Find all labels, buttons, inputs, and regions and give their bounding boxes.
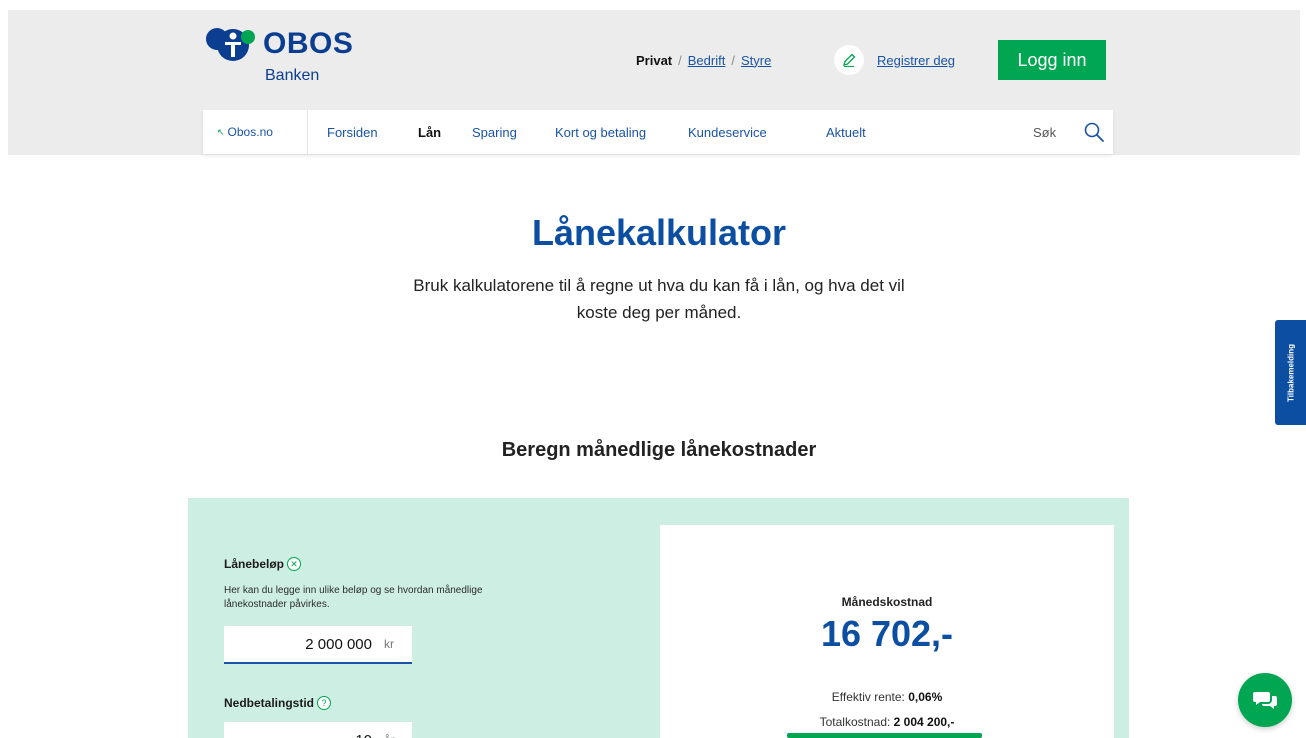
loan-amount-unit: kr [384, 637, 394, 651]
obos-no-link[interactable]: ↖ Obos.no [203, 110, 308, 154]
close-circle-icon[interactable]: ✕ [287, 557, 302, 571]
section-title: Beregn månedlige lånekostnader [501, 439, 817, 461]
repayment-time-input[interactable]: 10 år [224, 722, 412, 738]
total-cost-line: Totalkostnad: 2 004 200,- [660, 715, 1114, 729]
loan-amount-label-text: Lånebeløp [224, 557, 285, 571]
segment-separator: / [731, 52, 735, 68]
nav-item-forsiden[interactable]: Forsiden [327, 110, 378, 154]
result-action-bar[interactable] [787, 733, 982, 738]
obos-banken-logo[interactable]: OBOS Banken [203, 27, 373, 87]
obos-logo-icon [206, 28, 255, 61]
nav-item-sparing[interactable]: Sparing [472, 110, 517, 154]
page-intro: Bruk kalkulatorene til å regne ut hva du… [413, 276, 905, 322]
segment-bedrift[interactable]: Bedrift [688, 53, 726, 68]
loan-amount-label: Lånebeløp ✕ [224, 557, 302, 571]
repayment-time-value[interactable]: 10 [224, 732, 384, 738]
total-cost-label: Totalkostnad: [819, 715, 891, 729]
repayment-time-label: Nedbetalingstid ? [224, 696, 332, 710]
brand-subtitle: Banken [265, 67, 320, 84]
search-icon[interactable] [1083, 121, 1105, 143]
segment-styre[interactable]: Styre [741, 53, 771, 68]
loan-amount-input[interactable]: 2 000 000 kr [224, 626, 412, 664]
login-button[interactable]: Logg inn [998, 40, 1106, 80]
result-card: Månedskostnad 16 702,- Effektiv rente: 0… [660, 525, 1114, 738]
effective-rate-line: Effektiv rente: 0,06% [660, 690, 1114, 704]
segment-separator: / [678, 52, 682, 68]
feedback-tab[interactable]: Tilbakemelding [1275, 320, 1306, 425]
monthly-cost-value: 16 702,- [820, 613, 954, 654]
loan-amount-value[interactable]: 2 000 000 [224, 636, 384, 653]
register-label[interactable]: Registrer deg [877, 53, 955, 68]
page-title: Lånekalkulator [531, 212, 787, 253]
segment-privat[interactable]: Privat [636, 53, 672, 68]
chat-icon [1253, 692, 1277, 709]
search-label[interactable]: Søk [1033, 110, 1056, 154]
feedback-tab-label: Tilbakemelding [1286, 343, 1295, 402]
repayment-time-unit: år [384, 733, 412, 738]
nav-item-kort-og-betaling[interactable]: Kort og betaling [555, 110, 646, 154]
effective-rate-value: 0,06% [908, 690, 943, 704]
register-link[interactable]: Registrer deg [834, 45, 955, 75]
nav-item-lan[interactable]: Lån [418, 110, 441, 154]
nav-item-aktuelt[interactable]: Aktuelt [826, 110, 866, 154]
chat-button[interactable] [1238, 673, 1292, 727]
pencil-icon [834, 45, 864, 75]
help-icon[interactable]: ? [317, 696, 332, 710]
monthly-cost-label: Månedskostnad [841, 595, 933, 609]
arrow-up-left-icon: ↖ [217, 126, 225, 137]
repayment-time-label-text: Nedbetalingstid [224, 696, 315, 710]
nav-item-kundeservice[interactable]: Kundeservice [688, 110, 767, 154]
segment-nav: Privat / Bedrift / Styre [636, 50, 771, 70]
brand-name: OBOS [263, 27, 354, 60]
effective-rate-label: Effektiv rente: [831, 690, 905, 704]
loan-amount-help: Her kan du legge inn ulike beløp og se h… [224, 585, 483, 610]
total-cost-value: 2 004 200,- [893, 715, 955, 729]
obos-no-label: Obos.no [227, 125, 273, 139]
main-nav: ↖ Obos.no Forsiden Lån Sparing Kort og b… [203, 110, 1113, 154]
